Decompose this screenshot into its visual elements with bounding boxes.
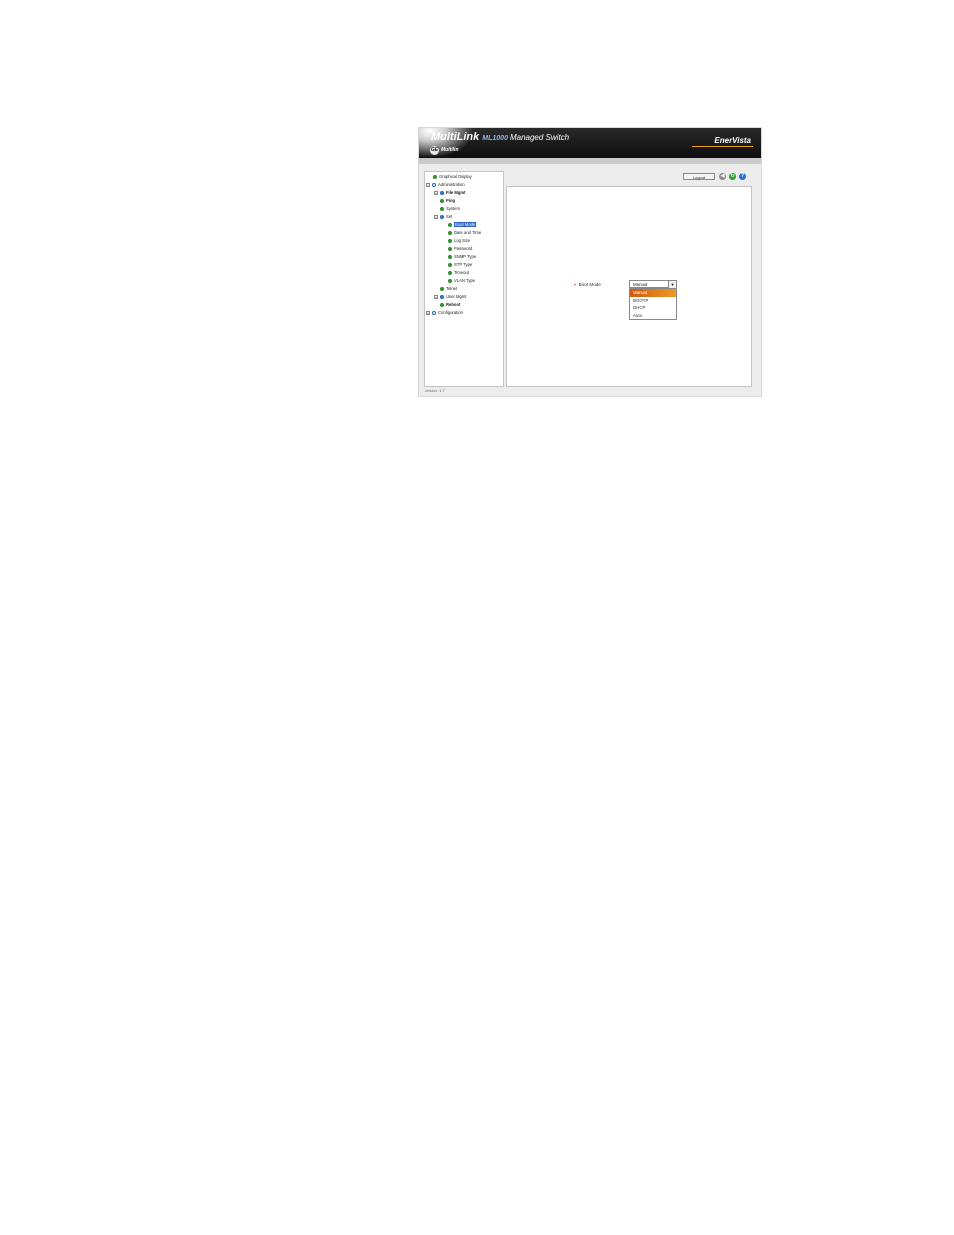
collapse-icon[interactable]: − — [426, 182, 430, 187]
tree-item-graphical-display[interactable]: Graphical Display — [433, 173, 472, 180]
tree-item-label: STP Type — [454, 262, 473, 267]
tree-item-date-and-time[interactable]: Date and Time — [448, 229, 481, 236]
tree-item-administration[interactable]: − Administration — [426, 181, 465, 188]
bullet-icon — [448, 238, 452, 243]
refresh-icon[interactable]: ↻ — [729, 173, 736, 180]
tree-item-label: System — [446, 206, 460, 211]
folder-bullet-icon — [432, 310, 436, 315]
ge-logo-icon: GE — [430, 146, 439, 155]
tree-item-file-mgmt[interactable]: + File Mgmt — [434, 189, 466, 196]
tree-item-reboot[interactable]: Reboot — [440, 301, 460, 308]
tree-item-ping[interactable]: Ping — [440, 197, 455, 204]
option-manual[interactable]: Manual — [630, 289, 676, 297]
tree-item-label: Password — [454, 246, 473, 251]
tree-item-system[interactable]: System — [440, 205, 460, 212]
tree-item-label: Timeout — [454, 270, 469, 275]
tree-item-timeout[interactable]: Timeout — [448, 269, 469, 276]
tree-item-password[interactable]: Password — [448, 245, 472, 252]
boot-mode-label: ▪ Boot Mode — [574, 282, 601, 287]
enervista-text: EnerVista — [714, 136, 751, 145]
expand-icon[interactable]: + — [434, 294, 438, 299]
tree-item-label: Reboot — [446, 302, 461, 307]
bullet-icon — [433, 174, 437, 179]
brand-name: MultiLink — [431, 131, 480, 143]
header-subbar — [419, 158, 761, 164]
folder-bullet-icon — [440, 214, 444, 219]
folder-bullet-icon — [440, 294, 444, 299]
boot-mode-selected-value: Manual — [633, 282, 648, 287]
product-name: Managed Switch — [509, 133, 570, 142]
folder-bullet-icon — [432, 182, 436, 187]
tree-item-snmp-type[interactable]: SNMP Type — [448, 253, 476, 260]
tree-item-telnet[interactable]: Telnet — [440, 285, 457, 292]
logout-button[interactable]: Logout — [683, 173, 715, 180]
product-title: MultiLink ML1000 Managed Switch — [431, 131, 569, 143]
tree-item-label: Ping — [446, 198, 456, 203]
tree-item-label: Telnet — [446, 286, 458, 291]
model-name: ML1000 — [482, 135, 508, 142]
tree-item-label: Graphical Display — [439, 174, 472, 179]
boot-mode-options: Manual BOOTP DHCP Auto — [629, 288, 677, 320]
tree-item-label: Configuration — [438, 310, 463, 315]
company-name: Multilin — [441, 147, 459, 153]
chevron-down-icon[interactable]: ▼ — [668, 281, 676, 288]
option-bootp[interactable]: BOOTP — [630, 297, 676, 305]
tree-item-label-selected: Boot Mode — [454, 222, 477, 227]
tree-item-label: Administration — [438, 182, 465, 187]
option-auto[interactable]: Auto — [630, 312, 676, 320]
tree-item-boot-mode[interactable]: Boot Mode — [448, 221, 477, 228]
bullet-icon — [448, 246, 452, 251]
tree-item-label: Set — [446, 214, 453, 219]
version-text: version : 1.7 — [425, 389, 445, 393]
bullet-icon — [440, 198, 444, 203]
back-icon[interactable]: ◀ — [719, 173, 726, 180]
bullet-icon — [440, 302, 444, 307]
boot-mode-select[interactable]: Manual ▼ — [629, 280, 677, 288]
expand-icon[interactable]: + — [426, 310, 430, 315]
bullet-icon — [448, 230, 452, 235]
tree-item-label: SNMP Type — [454, 254, 477, 259]
tree-item-label: Log Size — [454, 238, 471, 243]
expand-icon[interactable]: + — [434, 190, 438, 195]
enervista-logo: EnerVista — [692, 136, 753, 147]
bullet-icon — [448, 222, 452, 227]
folder-bullet-icon — [440, 190, 444, 195]
bullet-icon — [448, 254, 452, 259]
boot-mode-label-text: Boot Mode — [578, 282, 601, 287]
bullet-icon — [440, 286, 444, 291]
tree-item-user-mgmt[interactable]: + User Mgmt — [434, 293, 466, 300]
tree-item-stp-type[interactable]: STP Type — [448, 261, 472, 268]
tree-item-label: File Mgmt — [446, 190, 466, 195]
tree-item-set[interactable]: − Set — [434, 213, 452, 220]
help-icon[interactable]: ? — [739, 173, 746, 180]
bullet-icon — [448, 278, 452, 283]
tree-item-label: VLAN Type — [454, 278, 476, 283]
tree-item-label: User Mgmt — [446, 294, 467, 299]
required-marker-icon: ▪ — [574, 282, 576, 287]
bullet-icon — [448, 270, 452, 275]
option-dhcp[interactable]: DHCP — [630, 304, 676, 312]
collapse-icon[interactable]: − — [434, 214, 438, 219]
tree-item-vlan-type[interactable]: VLAN Type — [448, 277, 475, 284]
tree-item-log-size[interactable]: Log Size — [448, 237, 470, 244]
app-window: MultiLink ML1000 Managed Switch GE Multili… — [419, 128, 761, 396]
tree-item-label: Date and Time — [454, 230, 482, 235]
navigation-tree: Graphical Display − Administration + File … — [424, 171, 504, 387]
bullet-icon — [448, 262, 452, 267]
bullet-icon — [440, 206, 444, 211]
enervista-underline — [692, 146, 753, 147]
tree-item-configuration[interactable]: + Configuration — [426, 309, 463, 316]
header-banner: MultiLink ML1000 Managed Switch GE Multili… — [419, 128, 761, 158]
